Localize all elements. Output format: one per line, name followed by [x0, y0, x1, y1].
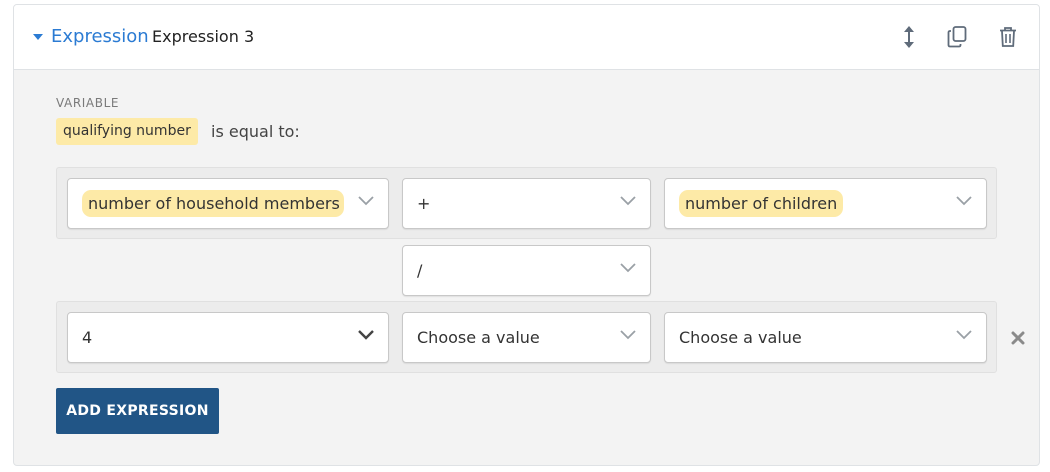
chevron-down-icon [620, 263, 636, 273]
chevron-down-icon [956, 196, 972, 206]
operator-select[interactable]: + [402, 178, 651, 229]
remove-row-icon[interactable] [1009, 329, 1027, 347]
operand-left-value: 4 [82, 328, 93, 347]
expression-row-2: 4 Choose a value Choose a value [56, 301, 997, 373]
trash-icon[interactable] [996, 23, 1020, 51]
operand-right-select[interactable]: Choose a value [664, 312, 987, 363]
move-vertical-icon[interactable] [897, 23, 921, 51]
between-operator-value: / [417, 261, 423, 280]
expression-card: Expression Expression 3 VARIABLE qualify… [13, 4, 1040, 466]
expression-header: Expression Expression 3 [14, 5, 1039, 70]
chevron-down-icon [620, 196, 636, 206]
chevron-down-icon [956, 330, 972, 340]
expression-name: Expression 3 [152, 27, 255, 46]
variable-name-chip: qualifying number [56, 118, 198, 145]
operand-left-select[interactable]: number of household members [67, 178, 389, 229]
expression-toggle-link[interactable]: Expression [51, 26, 149, 47]
between-operator-select[interactable]: / [402, 245, 651, 296]
operator-value: + [417, 194, 431, 213]
operator-select[interactable]: Choose a value [402, 312, 651, 363]
relation-text: is equal to: [211, 122, 300, 141]
operand-left-chip: number of household members [82, 190, 344, 217]
operator-value: Choose a value [417, 328, 540, 347]
operand-right-chip: number of children [679, 190, 844, 217]
operand-left-select[interactable]: 4 [67, 312, 389, 363]
chevron-down-icon [620, 330, 636, 340]
add-expression-button[interactable]: ADD EXPRESSION [56, 388, 219, 434]
operand-right-select[interactable]: number of children [664, 178, 987, 229]
collapse-caret-icon[interactable] [33, 34, 43, 40]
chevron-down-icon [358, 196, 374, 206]
expression-row-1: number of household members + number of … [56, 167, 997, 239]
chevron-down-icon [358, 330, 374, 340]
operand-right-value: Choose a value [679, 328, 802, 347]
variable-section-label: VARIABLE [56, 96, 120, 110]
copy-icon[interactable] [945, 23, 969, 51]
